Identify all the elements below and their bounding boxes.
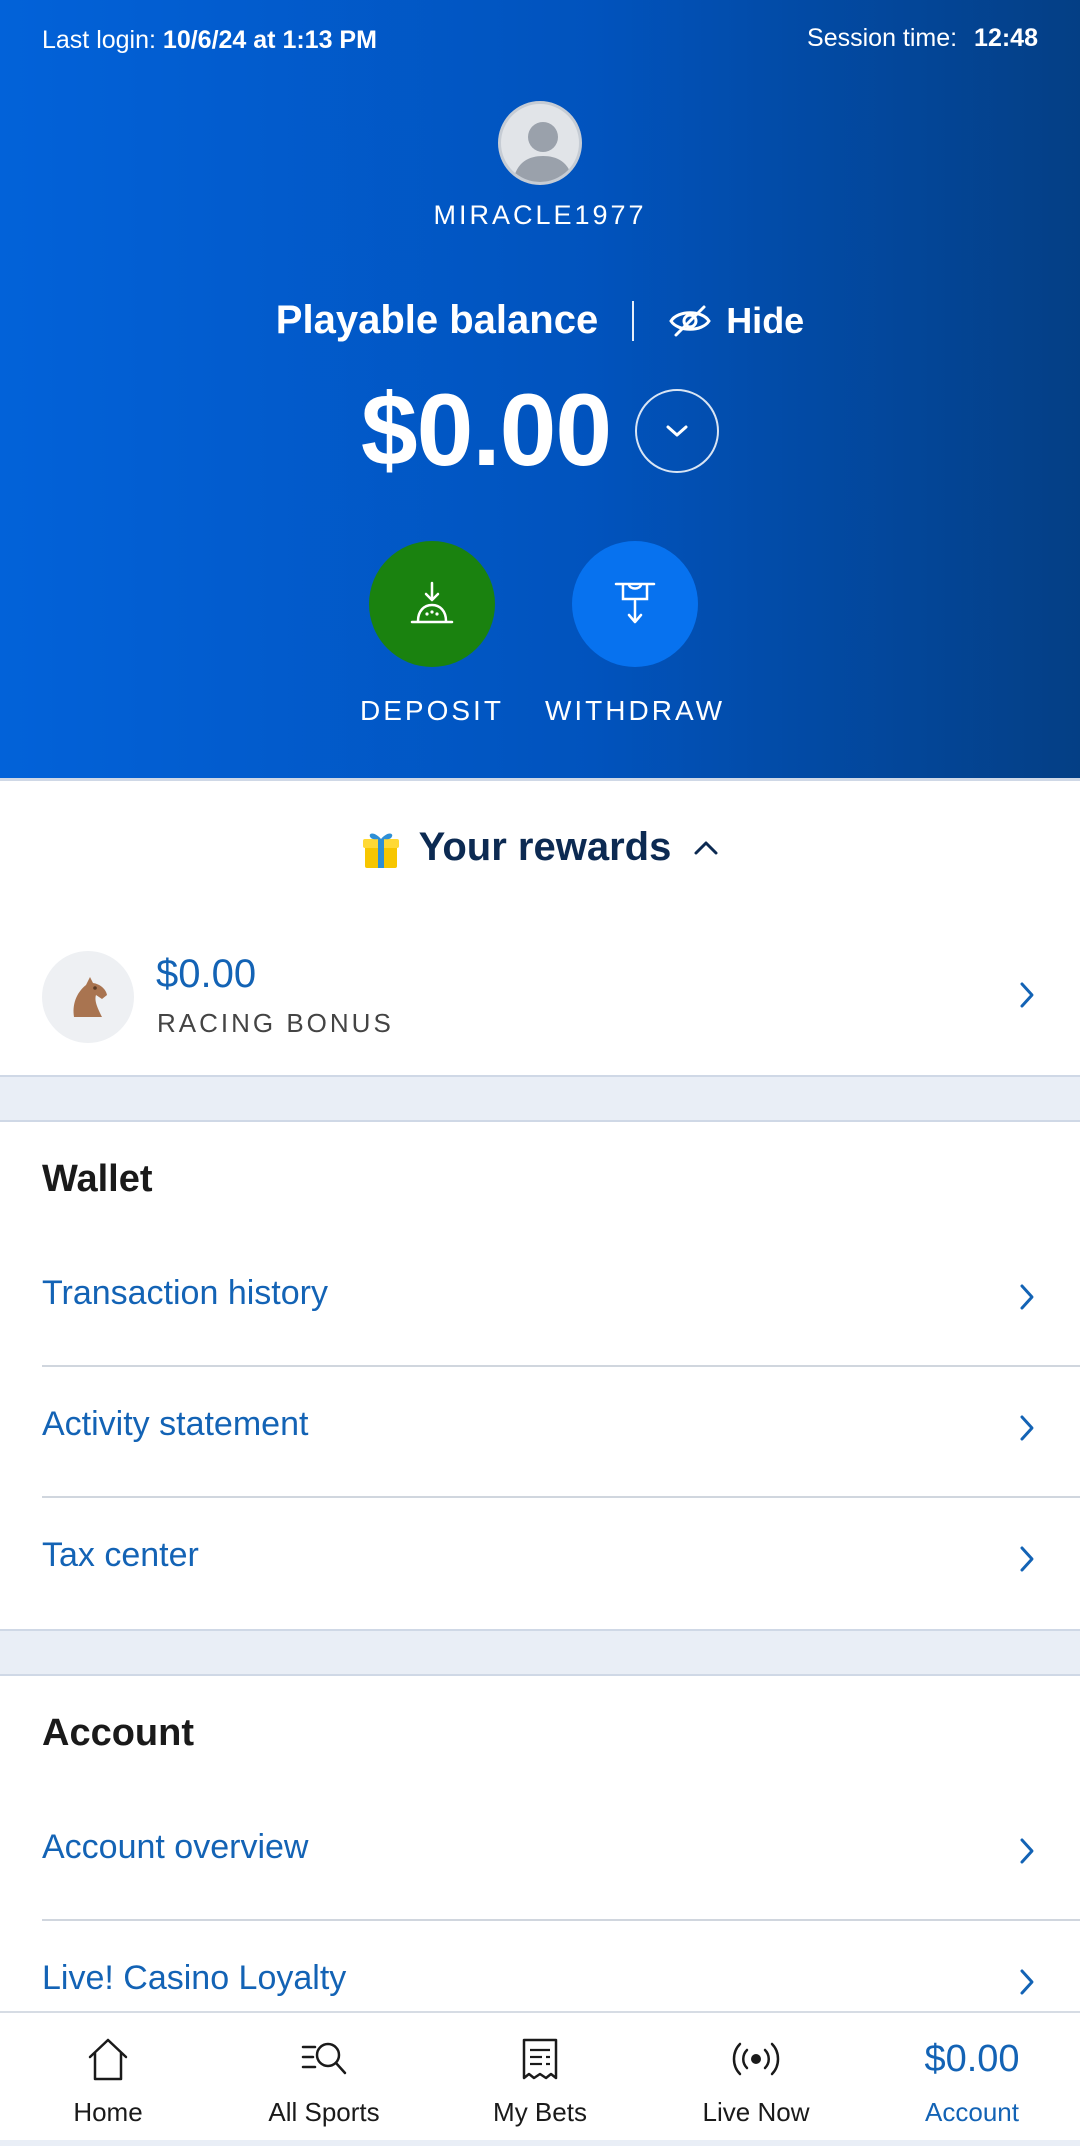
session-time-value: 12:48	[974, 24, 1038, 52]
balance-label-row: Playable balance Hide	[0, 298, 1080, 343]
deposit-circle[interactable]	[369, 541, 495, 667]
chevron-right-icon	[1020, 982, 1034, 1008]
balance-amount-row: $0.00	[0, 372, 1080, 489]
row-label: Live! Casino Loyalty	[42, 1959, 347, 1997]
reward-item-racing-bonus[interactable]: $0.00 RACING BONUS	[0, 940, 1080, 1076]
hero-divider	[0, 778, 1080, 781]
home-icon	[0, 2035, 216, 2083]
nav-label: Home	[73, 2097, 143, 2127]
nav-label: My Bets	[493, 2097, 587, 2127]
hide-balance-button[interactable]: Hide	[668, 300, 804, 342]
withdraw-icon	[614, 582, 656, 624]
row-label: Tax center	[42, 1536, 199, 1574]
nav-label: Account	[925, 2097, 1019, 2127]
nav-live-now[interactable]: Live Now	[648, 2013, 864, 2146]
deposit-button[interactable]: DEPOSIT	[332, 541, 532, 727]
last-login: Last login: 10/6/24 at 1:13 PM	[42, 26, 377, 55]
chevron-right-icon	[1020, 1546, 1034, 1572]
chevron-right-icon	[1020, 1969, 1034, 1995]
balance-label: Playable balance	[275, 298, 599, 342]
deposit-label: DEPOSIT	[360, 695, 504, 726]
chevron-right-icon	[1020, 1838, 1034, 1864]
nav-balance-amount: $0.00	[924, 2037, 1020, 2080]
account-overview-link[interactable]: Account overview	[42, 1790, 1080, 1921]
transaction-history-link[interactable]: Transaction history	[42, 1236, 1080, 1367]
search-sports-icon	[216, 2035, 432, 2083]
nav-account-balance: $0.00	[864, 2035, 1080, 2083]
row-label: Activity statement	[42, 1405, 309, 1443]
section-spacer	[0, 1629, 1080, 1676]
balance-amount: $0.00	[360, 373, 612, 487]
last-login-label: Last login:	[42, 26, 156, 54]
rewards-title: Your rewards	[418, 825, 672, 869]
nav-label: Live Now	[702, 2097, 810, 2127]
withdraw-button[interactable]: WITHDRAW	[535, 541, 735, 727]
deposit-icon	[410, 581, 454, 624]
reward-label: RACING BONUS	[157, 1008, 394, 1038]
hide-label: Hide	[726, 299, 805, 341]
username: MIRACLE1977	[433, 200, 647, 230]
section-spacer	[0, 1075, 1080, 1122]
tax-center-link[interactable]: Tax center	[42, 1498, 1080, 1629]
divider	[632, 300, 635, 341]
balance-hero: Last login: 10/6/24 at 1:13 PM Session t…	[0, 0, 1080, 780]
system-nav-strip	[0, 2140, 1080, 2146]
nav-my-bets[interactable]: My Bets	[432, 2013, 648, 2146]
rewards-header[interactable]: Your rewards	[0, 825, 1080, 870]
balance-details-toggle[interactable]	[635, 388, 720, 473]
nav-label: All Sports	[268, 2097, 380, 2127]
horse-icon	[42, 951, 134, 1043]
withdraw-label: WITHDRAW	[544, 695, 726, 726]
chevron-right-icon	[1020, 1284, 1034, 1310]
session-time-label: Session time:	[807, 24, 958, 52]
nav-all-sports[interactable]: All Sports	[216, 2013, 432, 2146]
bottom-nav: Home All Sports My Bets Live Now $0.00 A…	[0, 2011, 1080, 2146]
last-login-value: 10/6/24 at 1:13 PM	[162, 26, 377, 54]
reward-amount: $0.00	[156, 952, 257, 996]
nav-home[interactable]: Home	[0, 2013, 216, 2146]
chevron-right-icon	[1020, 1415, 1034, 1441]
nav-account[interactable]: $0.00 Account	[864, 2013, 1080, 2146]
wallet-title: Wallet	[42, 1158, 153, 1200]
row-label: Transaction history	[42, 1274, 328, 1312]
chevron-down-icon	[666, 425, 688, 436]
bet-slip-icon	[432, 2035, 648, 2083]
withdraw-circle[interactable]	[572, 541, 698, 667]
chevron-up-icon[interactable]	[693, 839, 719, 857]
live-broadcast-icon	[648, 2035, 864, 2083]
account-title: Account	[42, 1712, 194, 1754]
row-label: Account overview	[42, 1828, 309, 1866]
gift-icon	[362, 833, 399, 868]
eye-off-icon	[669, 305, 711, 336]
activity-statement-link[interactable]: Activity statement	[42, 1367, 1080, 1498]
user-avatar-icon[interactable]	[498, 101, 582, 185]
session-time: Session time: 12:48	[807, 24, 1038, 53]
